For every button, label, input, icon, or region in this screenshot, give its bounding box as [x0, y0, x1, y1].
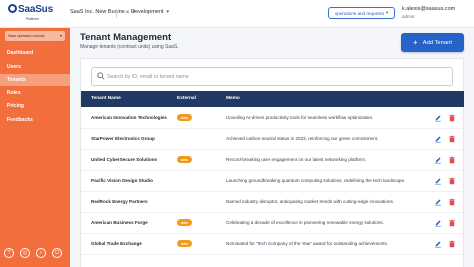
search-input[interactable]	[107, 71, 437, 83]
memo-cell: Celebrating a decade of excellence in pi…	[226, 220, 384, 225]
tenant-name-cell[interactable]: United CyberSecure Solutions	[91, 157, 157, 162]
logout-icon[interactable]: ⏻	[52, 248, 62, 258]
delete-icon[interactable]	[448, 198, 456, 206]
user-email[interactable]: k.alexis@saasus.com	[402, 6, 455, 12]
sidebar-item-tenants[interactable]: Tenants	[0, 74, 70, 86]
sidebar: Saas operation console ▾ Dashboard Users …	[0, 28, 70, 267]
sidebar-item-roles[interactable]: Roles	[0, 87, 70, 99]
aws-badge: aws	[177, 240, 192, 247]
aws-badge: aws	[177, 156, 192, 163]
language-icon[interactable]: ◎	[20, 248, 30, 258]
column-header-memo: Memo	[226, 96, 240, 101]
page-subtitle: Manage tenants (contract units) using Sa…	[80, 44, 179, 50]
tenant-name-cell[interactable]: Global Trade Exchange	[91, 241, 142, 246]
table-row[interactable]: Pacific Vision Design Studio Launching gr…	[81, 171, 464, 192]
add-tenant-button[interactable]: + Add Tenant	[401, 33, 464, 52]
sidebar-item-feedbacks[interactable]: Feedbacks	[0, 114, 70, 126]
sidebar-item-users[interactable]: Users	[0, 61, 70, 73]
table-row[interactable]: United CyberSecure Solutions aws Record-br…	[81, 150, 464, 171]
logo-mark-icon	[8, 4, 17, 13]
sidebar-item-pricing[interactable]: Pricing	[0, 100, 70, 112]
logo-text: SaaSus	[18, 4, 53, 15]
plus-icon: +	[413, 37, 418, 47]
console-selector[interactable]: Saas operation console ▾	[5, 31, 65, 41]
tenant-name-cell[interactable]: American Innovation Technologies	[91, 115, 167, 120]
delete-icon[interactable]	[448, 177, 456, 185]
chevron-down-icon: ▾	[386, 10, 389, 15]
operations-requests-button[interactable]: operations and requests ▾	[328, 7, 395, 19]
memo-cell: Unveiling AI-driven productivity tools f…	[226, 115, 374, 120]
delete-icon[interactable]	[448, 156, 456, 164]
console-selector-label: Saas operation console	[8, 34, 45, 38]
edit-icon[interactable]	[434, 156, 442, 164]
edit-icon[interactable]	[434, 240, 442, 248]
aws-badge: aws	[177, 114, 192, 121]
search-box	[91, 67, 453, 86]
user-role: admin	[402, 14, 415, 19]
tenant-table-panel: Tenant Name External Memo American Innov…	[80, 58, 464, 267]
memo-cell: Named industry disruptor, anticipating m…	[226, 199, 395, 204]
page-title: Tenant Management	[80, 32, 172, 43]
column-header-tenant-name[interactable]: Tenant Name	[91, 96, 121, 101]
table-row[interactable]: StarPower Electronics Group Achieved carb…	[81, 129, 464, 150]
edit-icon[interactable]	[434, 135, 442, 143]
git-branch-icon: ⑂	[126, 9, 130, 15]
table-row[interactable]: American Innovation Technologies aws Unvei…	[81, 108, 464, 129]
edit-icon[interactable]	[434, 198, 442, 206]
tenant-name-cell[interactable]: American Business Forge	[91, 220, 148, 225]
environment-label: Development	[131, 9, 164, 15]
tenant-name-cell[interactable]: Pacific Vision Design Studio	[91, 178, 153, 183]
divider	[116, 9, 117, 18]
tenant-name-cell[interactable]: RedRock Energy Partners	[91, 199, 148, 204]
info-icon[interactable]: i	[36, 248, 46, 258]
top-bar: SaaSus Platform SaaS Inc. New Busine... ▾…	[0, 0, 474, 28]
delete-icon[interactable]	[448, 135, 456, 143]
add-tenant-label: Add Tenant	[422, 39, 452, 46]
tenant-name-cell[interactable]: StarPower Electronics Group	[91, 136, 155, 141]
edit-icon[interactable]	[434, 114, 442, 122]
help-icon[interactable]: ?	[4, 248, 14, 258]
operations-requests-label: operations and requests	[334, 10, 385, 16]
table-row[interactable]: American Business Forge aws Celebrating a …	[81, 213, 464, 234]
memo-cell: Record-breaking user engagement on our l…	[226, 157, 367, 162]
memo-cell: Nominated for 'Tech Company of the Year'…	[226, 241, 389, 246]
memo-cell: Achieved carbon-neutral status in 2023, …	[226, 136, 379, 141]
delete-icon[interactable]	[448, 219, 456, 227]
search-icon	[97, 72, 105, 80]
table-row[interactable]: Global Trade Exchange aws Nominated for 'T…	[81, 234, 464, 255]
edit-icon[interactable]	[434, 219, 442, 227]
table-row[interactable]: RedRock Energy Partners Named industry di…	[81, 192, 464, 213]
edit-icon[interactable]	[434, 177, 442, 185]
chevron-down-icon: ▾	[59, 33, 62, 38]
logo-subtitle: Platform	[26, 17, 40, 21]
column-header-external: External	[177, 96, 196, 101]
sidebar-footer-icons: ? ◎ i ⏻	[0, 248, 70, 262]
environment-selector[interactable]: ⑂ Development ▾	[126, 9, 169, 15]
saasus-logo[interactable]: SaaSus Platform	[8, 4, 56, 24]
table-header: Tenant Name External Memo	[81, 91, 464, 107]
delete-icon[interactable]	[448, 114, 456, 122]
sidebar-item-dashboard[interactable]: Dashboard	[0, 47, 70, 59]
chevron-down-icon: ▾	[166, 9, 169, 15]
saas-selector-label: SaaS Inc. New Busine...	[70, 9, 130, 15]
memo-cell: Launching groundbreaking quantum computi…	[226, 178, 406, 183]
delete-icon[interactable]	[448, 240, 456, 248]
aws-badge: aws	[177, 219, 192, 226]
